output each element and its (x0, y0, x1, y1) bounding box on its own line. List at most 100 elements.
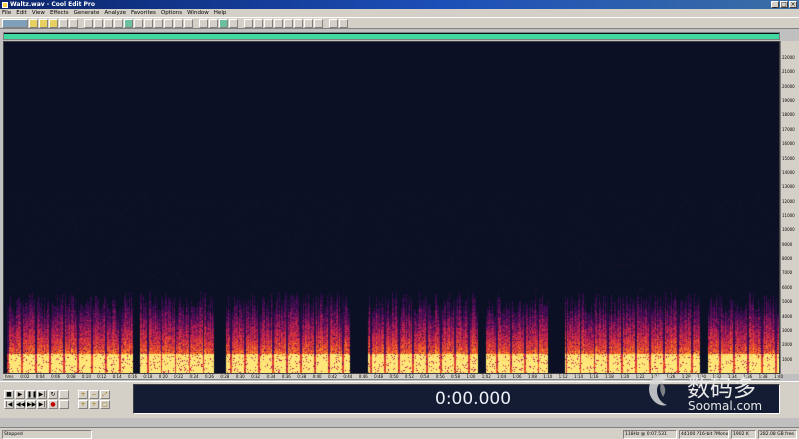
menu-help[interactable]: Help (214, 10, 227, 16)
frequency-ruler: 22000 21000 20000 19000 18000 17000 16000 15000… (780, 41, 799, 374)
effect-icon[interactable] (164, 18, 173, 28)
cd-icon[interactable] (229, 18, 238, 28)
play-icon[interactable]: ▶ (15, 390, 25, 399)
about-icon[interactable] (339, 18, 348, 28)
time-tick-label: 0:32 (251, 374, 261, 379)
status-level: 118Hz @ 0:07.531 (623, 430, 677, 439)
blank-icon[interactable] (59, 400, 69, 409)
watermark-site: Soomal.com (688, 399, 763, 413)
frequency-tick-label: 1000 (782, 356, 793, 362)
time-tick-label: 0:02 (20, 374, 30, 379)
frequency-tick-label: 8000 (782, 256, 793, 262)
frequency-tick-label: 3000 (782, 327, 793, 333)
maximize-icon[interactable]: □ (780, 1, 788, 8)
time-tick-label: 0:04 (35, 374, 45, 379)
paste-icon[interactable] (84, 18, 93, 28)
loop-tool-icon[interactable] (304, 18, 313, 28)
time-tick-label: 0:42 (327, 374, 337, 379)
pause-icon[interactable]: ❚❚ (26, 390, 37, 399)
time-tick-label: 0:06 (51, 374, 61, 379)
play-to-end-icon[interactable]: ▶| (37, 390, 47, 399)
time-tick-label: 0:50 (389, 374, 399, 379)
waveform-view-icon[interactable] (199, 18, 208, 28)
menu-options[interactable]: Options (161, 10, 182, 16)
undo-icon[interactable] (134, 18, 143, 28)
select-tool-icon[interactable] (294, 18, 303, 28)
delete-silence-icon[interactable] (124, 18, 133, 28)
go-to-end-icon[interactable]: ▶| (37, 400, 47, 409)
frequency-tick-label: 15000 (782, 155, 795, 161)
minimize-icon[interactable]: _ (771, 1, 779, 8)
save-as-icon[interactable] (49, 18, 58, 28)
zoom-in-right-icon[interactable]: + (89, 400, 99, 409)
spectral-display[interactable] (3, 41, 780, 374)
paste-new-icon[interactable] (94, 18, 103, 28)
frequency-tick-label: 16000 (782, 141, 795, 147)
toolbar (0, 17, 799, 29)
envelope-icon[interactable] (174, 18, 183, 28)
redo-icon[interactable] (144, 18, 153, 28)
multitrack-toggle-icon[interactable] (2, 18, 28, 28)
menu-edit[interactable]: Edit (16, 10, 27, 16)
frequency-tick-label: 7000 (782, 270, 793, 276)
zoom-in-icon[interactable]: + (78, 390, 88, 399)
settings-icon[interactable] (244, 18, 253, 28)
edit-right-icon[interactable] (264, 18, 273, 28)
edit-left-icon[interactable] (254, 18, 263, 28)
repeat-icon[interactable] (154, 18, 163, 28)
time-tick-label: 0:08 (66, 374, 76, 379)
frequency-tick-label: 18000 (782, 112, 795, 118)
time-tick-label: 0:44 (343, 374, 353, 379)
frequency-tick-label: 13000 (782, 184, 795, 190)
rewind-icon[interactable]: ◀◀ (15, 400, 25, 409)
status-size: 1902 K (731, 430, 756, 439)
frequency-tick-label: 17000 (782, 126, 795, 132)
spectral-view-icon[interactable] (209, 18, 218, 28)
marker-icon[interactable] (184, 18, 193, 28)
menu-view[interactable]: View (32, 10, 45, 16)
record-icon[interactable]: ● (48, 400, 58, 409)
frequency-tick-label: 10000 (782, 227, 795, 233)
menu-file[interactable]: File (2, 10, 11, 16)
overview-bar[interactable] (3, 32, 780, 40)
menu-generate[interactable]: Generate (74, 10, 100, 16)
blank-icon[interactable] (59, 390, 69, 399)
trim-icon[interactable] (114, 18, 123, 28)
title-bar: Waltz.wav - Cool Edit Pro _ □ × (0, 0, 799, 9)
spectrogram-canvas[interactable] (4, 42, 779, 373)
time-tick-label: 0:48 (374, 374, 384, 379)
window-controls: _ □ × (771, 1, 797, 8)
time-tick-label: 0:24 (189, 374, 199, 379)
cut-icon[interactable] (59, 18, 68, 28)
frequency-tick-label: 19000 (782, 98, 795, 104)
window-icon[interactable] (314, 18, 323, 28)
close-icon[interactable]: × (789, 1, 797, 8)
stop-icon[interactable]: ■ (4, 390, 14, 399)
mix-paste-icon[interactable] (104, 18, 113, 28)
time-tick-label: 0:58 (451, 374, 460, 379)
open-file-icon[interactable] (29, 18, 38, 28)
copy-icon[interactable] (69, 18, 78, 28)
menu-effects[interactable]: Effects (50, 10, 69, 16)
menu-window[interactable]: Window (187, 10, 209, 16)
frequency-tick-label: 9000 (782, 241, 793, 247)
time-tick-label: 0:12 (97, 374, 107, 379)
time-tick-label: 0:10 (81, 374, 91, 379)
loop-icon[interactable]: ↻ (48, 390, 58, 399)
edit-both-icon[interactable] (274, 18, 283, 28)
zoom-full-icon[interactable]: ⤢ (100, 390, 110, 399)
zoom-selection-icon[interactable]: □ (100, 400, 110, 409)
menu-favorites[interactable]: Favorites (131, 10, 156, 16)
go-to-start-icon[interactable]: |◀ (4, 400, 14, 409)
help-icon[interactable] (329, 18, 338, 28)
zoom-out-icon[interactable]: − (89, 390, 99, 399)
save-file-icon[interactable] (39, 18, 48, 28)
analyze-icon[interactable] (219, 18, 228, 28)
time-tick-label: 1:06 (512, 374, 522, 379)
fast-forward-icon[interactable]: ▶▶ (26, 400, 36, 409)
snap-icon[interactable] (284, 18, 293, 28)
overview-range[interactable] (4, 34, 779, 39)
menu-analyze[interactable]: Analyze (104, 10, 126, 16)
frequency-tick-label: 20000 (782, 83, 795, 89)
zoom-in-left-icon[interactable]: + (78, 400, 88, 409)
